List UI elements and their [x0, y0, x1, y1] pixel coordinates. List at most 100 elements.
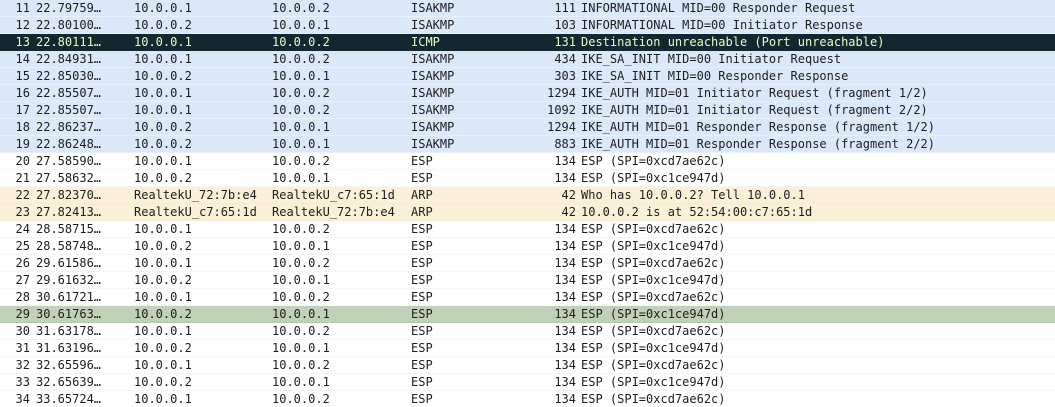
packet-length: 134	[554, 222, 576, 236]
packet-number: 14	[15, 52, 30, 66]
packet-info: IKE_SA_INIT MID=00 Initiator Request	[581, 52, 842, 66]
packet-time: 22.86237…	[36, 120, 102, 134]
packet-length: 134	[554, 341, 576, 355]
packet-row[interactable]: 32 32.65596… 10.0.0.1 10.0.0.2 ESP 134 ESP (SP…	[0, 357, 1055, 374]
packet-source: RealtekU_c7:65:1d	[134, 205, 257, 219]
packet-row[interactable]: 21 27.58632… 10.0.0.2 10.0.0.1 ESP 134 ESP (SP…	[0, 170, 1055, 187]
packet-source: 10.0.0.2	[134, 137, 192, 151]
packet-row[interactable]: 27 29.61632… 10.0.0.2 10.0.0.1 ESP 134 ESP (SP…	[0, 272, 1055, 289]
packet-row[interactable]: 34 33.65724… 10.0.0.1 10.0.0.2 ESP 134 ESP (SP…	[0, 391, 1055, 407]
packet-destination: 10.0.0.2	[272, 103, 330, 117]
packet-time: 22.85507…	[36, 103, 102, 117]
packet-length: 134	[554, 154, 576, 168]
packet-destination: 10.0.0.1	[272, 18, 330, 32]
packet-number: 22	[15, 188, 30, 202]
packet-number: 33	[15, 375, 30, 389]
packet-info: ESP (SPI=0xcd7ae62c)	[581, 358, 726, 372]
packet-source: 10.0.0.1	[134, 86, 192, 100]
packet-protocol: ESP	[411, 256, 433, 270]
packet-protocol: ISAKMP	[411, 52, 455, 66]
packet-destination: 10.0.0.2	[272, 358, 330, 372]
packet-destination: RealtekU_72:7b:e4	[272, 205, 395, 219]
packet-row[interactable]: 17 22.85507… 10.0.0.1 10.0.0.2 ISAKMP 1092 IKE…	[0, 102, 1055, 119]
packet-length: 1092	[547, 103, 576, 117]
packet-source: 10.0.0.2	[134, 341, 192, 355]
packet-row[interactable]: 13 22.80111… 10.0.0.1 10.0.0.2 ICMP 131 Destin…	[0, 34, 1055, 51]
packet-row[interactable]: 24 28.58715… 10.0.0.1 10.0.0.2 ESP 134 ESP (SP…	[0, 221, 1055, 238]
packet-info: IKE_SA_INIT MID=00 Responder Response	[581, 69, 849, 83]
packet-source: 10.0.0.2	[134, 18, 192, 32]
packet-row[interactable]: 19 22.86248… 10.0.0.2 10.0.0.1 ISAKMP 883 IKE_…	[0, 136, 1055, 153]
packet-destination: RealtekU_c7:65:1d	[272, 188, 395, 202]
packet-protocol: ISAKMP	[411, 103, 455, 117]
packet-time: 22.86248…	[36, 137, 102, 151]
packet-protocol: ICMP	[411, 35, 440, 49]
packet-row[interactable]: 26 29.61586… 10.0.0.1 10.0.0.2 ESP 134 ESP (SP…	[0, 255, 1055, 272]
packet-row[interactable]: 12 22.80100… 10.0.0.2 10.0.0.1 ISAKMP 103 INFO…	[0, 17, 1055, 34]
packet-info: ESP (SPI=0xcd7ae62c)	[581, 324, 726, 338]
packet-destination: 10.0.0.2	[272, 392, 330, 406]
packet-source: 10.0.0.2	[134, 171, 192, 185]
packet-row[interactable]: 23 27.82413… RealtekU_c7:65:1d RealtekU_72:…	[0, 204, 1055, 221]
packet-source: 10.0.0.1	[134, 222, 192, 236]
packet-time: 31.63196…	[36, 341, 102, 355]
packet-source: 10.0.0.1	[134, 392, 192, 406]
packet-info: IKE_AUTH MID=01 Responder Response (frag…	[581, 120, 936, 134]
packet-source: 10.0.0.1	[134, 35, 192, 49]
packet-time: 22.85507…	[36, 86, 102, 100]
packet-time: 27.58632…	[36, 171, 102, 185]
packet-destination: 10.0.0.1	[272, 69, 330, 83]
packet-number: 11	[15, 1, 30, 15]
packet-source: RealtekU_72:7b:e4	[134, 188, 257, 202]
packet-number: 26	[15, 256, 30, 270]
packet-row[interactable]: 14 22.84931… 10.0.0.1 10.0.0.2 ISAKMP 434 IKE_…	[0, 51, 1055, 68]
packet-info: INFORMATIONAL MID=00 Responder Request	[581, 1, 856, 15]
packet-row[interactable]: 18 22.86237… 10.0.0.2 10.0.0.1 ISAKMP 1294 IKE…	[0, 119, 1055, 136]
packet-list[interactable]: 11 22.79759… 10.0.0.1 10.0.0.2 ISAKMP 111 INFO…	[0, 0, 1055, 407]
packet-row[interactable]: 20 27.58590… 10.0.0.1 10.0.0.2 ESP 134 ESP (SP…	[0, 153, 1055, 170]
packet-source: 10.0.0.1	[134, 290, 192, 304]
packet-row[interactable]: 31 31.63196… 10.0.0.2 10.0.0.1 ESP 134 ESP (SP…	[0, 340, 1055, 357]
packet-protocol: ESP	[411, 392, 433, 406]
packet-length: 134	[554, 256, 576, 270]
packet-protocol: ESP	[411, 239, 433, 253]
packet-protocol: ISAKMP	[411, 69, 455, 83]
packet-number: 21	[15, 171, 30, 185]
packet-number: 30	[15, 324, 30, 338]
packet-length: 883	[554, 137, 576, 151]
packet-info: ESP (SPI=0xc1ce947d)	[581, 341, 726, 355]
packet-row[interactable]: 22 27.82370… RealtekU_72:7b:e4 RealtekU_c7:…	[0, 187, 1055, 204]
packet-length: 42	[561, 188, 576, 202]
packet-protocol: ISAKMP	[411, 137, 455, 151]
packet-row[interactable]: 33 32.65639… 10.0.0.2 10.0.0.1 ESP 134 ESP (SP…	[0, 374, 1055, 391]
packet-info: Who has 10.0.0.2? Tell 10.0.0.1	[581, 188, 805, 202]
packet-row[interactable]: 28 30.61721… 10.0.0.1 10.0.0.2 ESP 134 ESP (SP…	[0, 289, 1055, 306]
packet-number: 24	[15, 222, 30, 236]
packet-source: 10.0.0.2	[134, 239, 192, 253]
packet-protocol: ESP	[411, 358, 433, 372]
packet-time: 31.63178…	[36, 324, 102, 338]
packet-time: 22.84931…	[36, 52, 102, 66]
packet-row[interactable]: 11 22.79759… 10.0.0.1 10.0.0.2 ISAKMP 111 INFO…	[0, 0, 1055, 17]
packet-row[interactable]: 15 22.85030… 10.0.0.2 10.0.0.1 ISAKMP 303 IKE_…	[0, 68, 1055, 85]
packet-row[interactable]: 29 30.61763… 10.0.0.2 10.0.0.1 ESP 134 ESP (SP…	[0, 306, 1055, 323]
packet-destination: 10.0.0.1	[272, 375, 330, 389]
packet-protocol: ESP	[411, 341, 433, 355]
packet-info: Destination unreachable (Port unreachabl…	[581, 35, 885, 49]
packet-length: 103	[554, 18, 576, 32]
packet-info: ESP (SPI=0xcd7ae62c)	[581, 154, 726, 168]
packet-time: 32.65639…	[36, 375, 102, 389]
packet-destination: 10.0.0.1	[272, 171, 330, 185]
packet-row[interactable]: 30 31.63178… 10.0.0.1 10.0.0.2 ESP 134 ESP (SP…	[0, 323, 1055, 340]
packet-destination: 10.0.0.2	[272, 1, 330, 15]
packet-destination: 10.0.0.2	[272, 35, 330, 49]
packet-length: 134	[554, 307, 576, 321]
packet-row[interactable]: 16 22.85507… 10.0.0.1 10.0.0.2 ISAKMP 1294 IKE…	[0, 85, 1055, 102]
packet-protocol: ESP	[411, 222, 433, 236]
packet-destination: 10.0.0.1	[272, 307, 330, 321]
packet-info: ESP (SPI=0xc1ce947d)	[581, 171, 726, 185]
packet-length: 134	[554, 171, 576, 185]
packet-row[interactable]: 25 28.58748… 10.0.0.2 10.0.0.1 ESP 134 ESP (SP…	[0, 238, 1055, 255]
packet-info: ESP (SPI=0xcd7ae62c)	[581, 256, 726, 270]
packet-source: 10.0.0.1	[134, 1, 192, 15]
